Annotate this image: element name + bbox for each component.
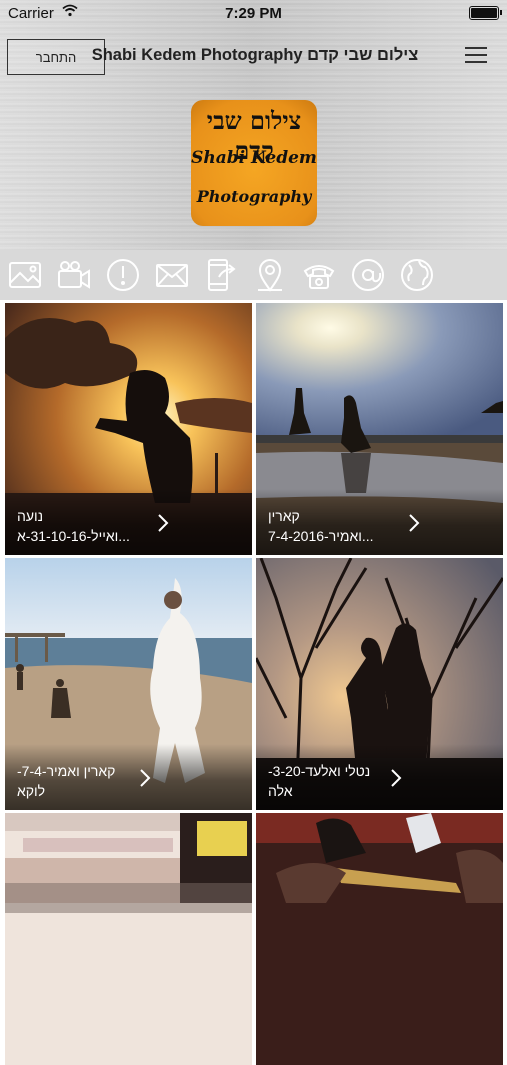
gallery-tile[interactable] <box>5 813 252 1065</box>
gallery-subtitle: לוקא <box>17 783 46 799</box>
gallery-icon[interactable] <box>6 256 44 294</box>
gallery-photo <box>256 813 503 1065</box>
gallery-title: נטלי ואלעד-3-20- <box>268 763 371 779</box>
battery-icon <box>469 6 502 20</box>
globe-icon[interactable] <box>398 256 436 294</box>
hamburger-menu-icon[interactable] <box>465 47 487 64</box>
gallery-tile[interactable]: קארין ...ואמיר-7-4-2016 <box>256 303 503 555</box>
status-bar: Carrier 7:29 PM <box>0 0 507 28</box>
gallery-title: קארין <box>268 508 300 524</box>
chevron-right-icon <box>390 768 402 788</box>
at-email-icon[interactable] <box>349 256 387 294</box>
icon-bar <box>0 250 507 300</box>
logo-text-photography: Photography <box>196 187 312 206</box>
gallery-subtitle: ...ואמיר-7-4-2016 <box>268 528 374 544</box>
chevron-right-icon <box>139 768 151 788</box>
chevron-right-icon <box>157 513 169 533</box>
chevron-right-icon <box>408 513 420 533</box>
logo-text-name: Shabi Kedem <box>191 148 317 168</box>
share-phone-icon[interactable] <box>202 256 240 294</box>
brand-logo: צילום שבי קדם Shabi Kedem Photography <box>191 100 317 226</box>
gallery-grid: נועה ...ואייל-31-10-16-א קארין ...ואמיר-… <box>0 300 507 1065</box>
video-camera-icon[interactable] <box>55 256 93 294</box>
gallery-tile[interactable]: נועה ...ואייל-31-10-16-א <box>5 303 252 555</box>
envelope-icon[interactable] <box>153 256 191 294</box>
gallery-title: קארין ואמיר-7-4- <box>17 763 116 779</box>
telephone-icon[interactable] <box>300 256 338 294</box>
gallery-subtitle: ...ואייל-31-10-16-א <box>17 528 130 544</box>
gallery-photo <box>5 813 252 1065</box>
info-icon[interactable] <box>104 256 142 294</box>
clock: 7:29 PM <box>225 5 282 22</box>
gallery-title: נועה <box>17 508 44 524</box>
app-title: Shabi Kedem Photography צילום שבי קדם <box>91 46 419 64</box>
gallery-tile[interactable]: קארין ואמיר-7-4- לוקא <box>5 558 252 810</box>
location-pin-icon[interactable] <box>251 256 289 294</box>
gallery-tile[interactable] <box>256 813 503 1065</box>
gallery-tile[interactable]: נטלי ואלעד-3-20- אלה <box>256 558 503 810</box>
gallery-subtitle: אלה <box>268 783 293 799</box>
